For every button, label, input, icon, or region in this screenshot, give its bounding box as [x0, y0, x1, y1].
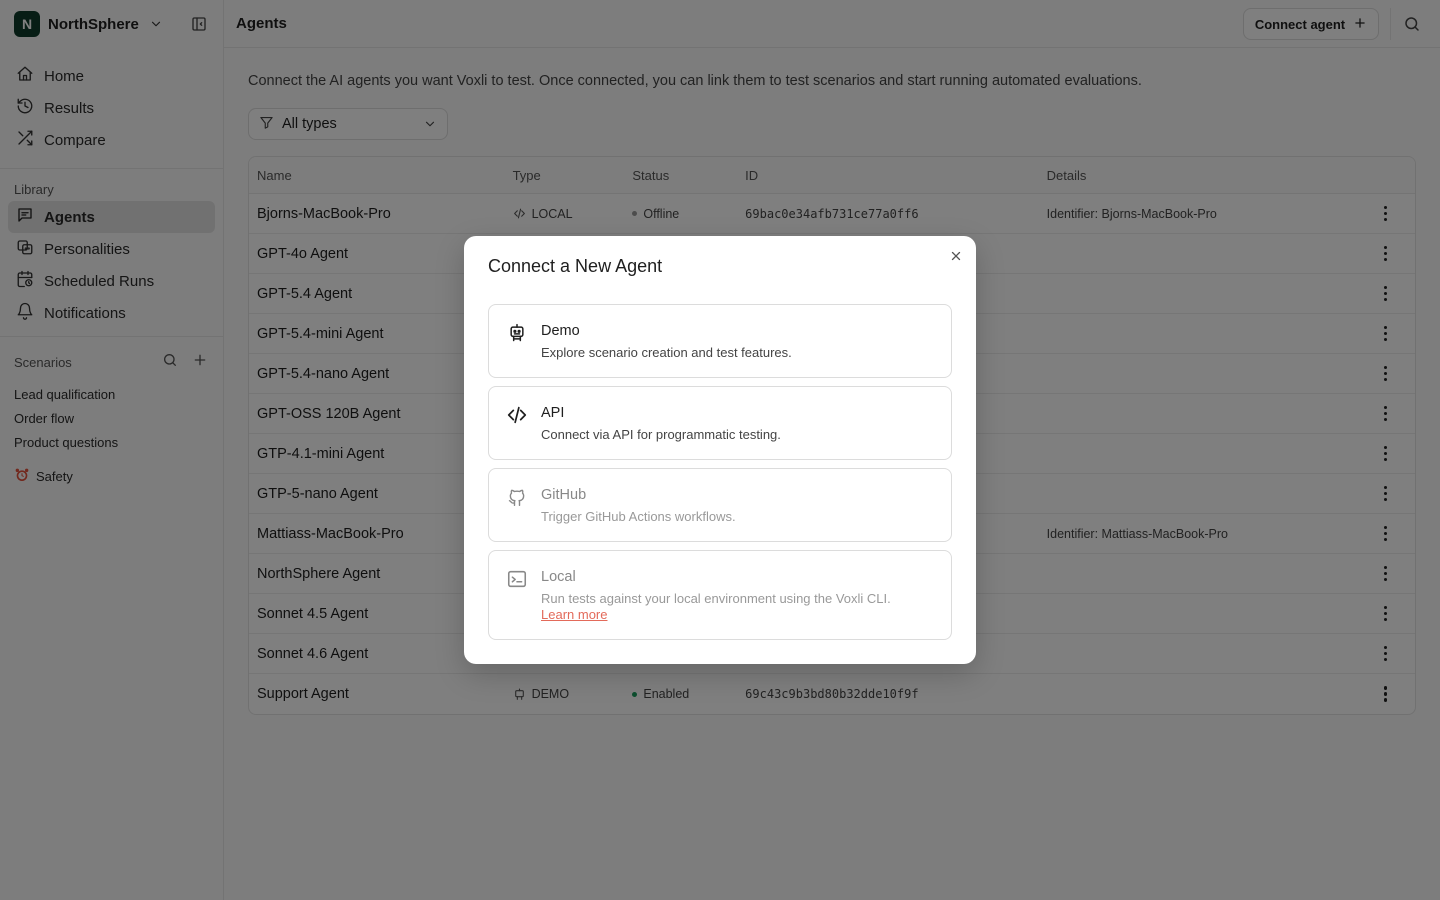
dialog-title: Connect a New Agent — [488, 256, 663, 276]
option-title: GitHub — [541, 487, 587, 503]
option-description: Explore scenario creation and test featu… — [541, 345, 792, 360]
close-icon[interactable] — [946, 246, 966, 266]
learn-more-link[interactable]: Learn more — [541, 607, 607, 622]
option-github: GitHub Trigger GitHub Actions workflows. — [488, 468, 952, 542]
option-api[interactable]: API Connect via API for programmatic tes… — [488, 386, 952, 460]
code-icon — [506, 404, 528, 426]
option-demo[interactable]: Demo Explore scenario creation and test … — [488, 304, 952, 378]
option-title: Demo — [541, 323, 580, 339]
connect-agent-dialog: Connect a New Agent Demo Explore scenari… — [464, 236, 976, 664]
robot-icon — [506, 322, 528, 344]
option-local: Local Run tests against your local envir… — [488, 550, 952, 640]
option-description: Trigger GitHub Actions workflows. — [541, 509, 736, 524]
option-description: Connect via API for programmatic testing… — [541, 427, 781, 442]
github-icon — [506, 486, 528, 508]
option-title: API — [541, 405, 565, 421]
option-description: Run tests against your local environment… — [541, 591, 891, 606]
option-title: Local — [541, 569, 576, 585]
terminal-icon — [506, 568, 528, 590]
